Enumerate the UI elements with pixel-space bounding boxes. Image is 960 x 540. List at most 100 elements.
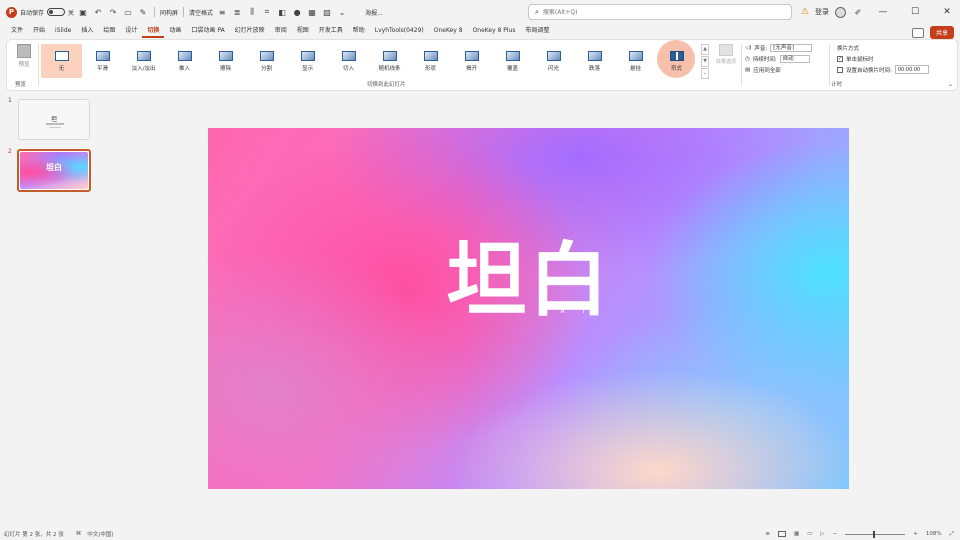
login-label[interactable]: 登录 (815, 7, 829, 17)
redo-icon[interactable]: ↷ (107, 6, 119, 18)
undo-icon[interactable]: ↶ (92, 6, 104, 18)
language-status[interactable]: 中文(中国) (87, 530, 113, 538)
zoom-level[interactable]: 108% (926, 531, 942, 537)
grid-icon[interactable]: ▦ (306, 6, 318, 18)
transition-uncover[interactable]: 揭开 (451, 44, 492, 78)
sound-dropdown[interactable]: [无声音] (770, 43, 813, 52)
align-left-icon[interactable]: ≡ (216, 6, 228, 18)
clear-format-text[interactable]: 清空格式 (189, 8, 213, 17)
avatar[interactable] (835, 6, 846, 18)
advance-slide-group: 换片方式 ✓ 单击鼠标时 设置自动换片时间: 00:00.00 (837, 42, 947, 86)
search-box[interactable]: ⌕ (528, 4, 792, 20)
pen-icon[interactable]: ✐ (852, 6, 864, 18)
shape-icon[interactable]: ◧ (276, 6, 288, 18)
save-icon[interactable]: ▣ (77, 6, 89, 18)
slideshow-view-icon[interactable]: ▷ (820, 531, 824, 537)
reading-view-icon[interactable]: ▭ (807, 531, 812, 537)
tab-review[interactable]: 审阅 (270, 24, 292, 38)
transition-cover[interactable]: 覆盖 (492, 44, 533, 78)
transition-flash[interactable]: 闪光 (533, 44, 574, 78)
present-icon[interactable]: ▭ (122, 6, 134, 18)
transition-label: 切入 (342, 65, 354, 72)
search-input[interactable] (542, 8, 763, 16)
tab-onekey[interactable]: OneKey 8 (429, 24, 468, 38)
after-time-checkbox[interactable] (837, 66, 843, 73)
warning-icon[interactable]: ⚠ (801, 7, 809, 17)
duration-field[interactable]: 自动 (779, 54, 810, 63)
on-click-checkbox[interactable]: ✓ (837, 55, 843, 62)
crop-icon[interactable]: ⌗ (261, 6, 273, 18)
document-title[interactable]: 海报... (365, 8, 383, 17)
minimize-button[interactable]: — (870, 0, 896, 24)
transition-icon (95, 50, 110, 61)
slide-subtitle[interactable]: TANBAI (208, 308, 849, 315)
align-center-icon[interactable]: ≣ (231, 6, 243, 18)
tab-file[interactable]: 文件 (6, 24, 28, 38)
gallery-expand-icon[interactable]: ⌄ (701, 68, 709, 79)
slide-canvas[interactable]: 坦白 TANBAI (208, 128, 849, 489)
share-button[interactable]: 共享 (929, 26, 954, 39)
maximize-button[interactable]: ☐ (902, 0, 928, 24)
zoom-slider-thumb[interactable] (873, 530, 876, 538)
tab-developer[interactable]: 开发工具 (314, 24, 348, 38)
sorter-view-icon[interactable]: ▦ (794, 531, 799, 537)
autosave-toggle[interactable] (47, 8, 66, 16)
fit-slide-icon[interactable]: ⤢ (950, 531, 954, 538)
color-icon[interactable]: ● (291, 6, 303, 18)
preview-button[interactable]: 预览 (13, 44, 35, 84)
tab-animations[interactable]: 动画 (164, 24, 186, 38)
accessibility-icon[interactable]: ⌘ (76, 531, 82, 537)
image-icon[interactable]: ▨ (321, 6, 333, 18)
tab-onekey-plus[interactable]: OneKey 8 Plus (468, 24, 521, 38)
more-icon[interactable]: ⌄ (336, 6, 348, 18)
transition-push[interactable]: 推入 (164, 44, 205, 78)
tab-islide[interactable]: iSlide (50, 24, 76, 38)
tab-design[interactable]: 设计 (120, 24, 142, 38)
tab-slideshow[interactable]: 幻灯片放映 (230, 24, 270, 38)
tab-view[interactable]: 视图 (292, 24, 314, 38)
transition-curtains[interactable]: 帘式 (656, 44, 697, 78)
format-painter-icon[interactable]: ✎ (137, 6, 149, 18)
slide-thumbnail-2[interactable]: 坦白 (17, 149, 91, 192)
clock-icon: ◷ (745, 55, 750, 62)
tab-insert[interactable]: 插入 (76, 24, 98, 38)
transition-random-bars[interactable]: 随机线条 (369, 44, 410, 78)
transition-split[interactable]: 分割 (246, 44, 287, 78)
tab-pocket-animation[interactable]: 口袋动画 PA (186, 24, 229, 38)
tab-home[interactable]: 开始 (28, 24, 50, 38)
comment-icon[interactable] (911, 27, 924, 38)
tab-help[interactable]: 帮助 (348, 24, 370, 38)
transition-none[interactable]: 无 (41, 44, 82, 78)
effect-options-button[interactable]: 效果选项 (713, 44, 739, 78)
transition-morph[interactable]: 平滑 (82, 44, 123, 78)
tab-draw[interactable]: 绘图 (98, 24, 120, 38)
tab-lvyhtools[interactable]: LvyhTools(0429) (370, 24, 429, 38)
transition-cut[interactable]: 切入 (328, 44, 369, 78)
zoom-in-icon[interactable]: + (913, 531, 918, 537)
tab-layout[interactable]: 布局调整 (521, 24, 555, 38)
transition-fall[interactable]: 跌落 (574, 44, 615, 78)
scroll-down-icon[interactable]: ▼ (701, 56, 709, 67)
transition-fade[interactable]: 淡入/淡出 (123, 44, 164, 78)
transition-label: 显示 (301, 65, 313, 72)
after-time-field[interactable]: 00:00.00 (894, 65, 929, 74)
transition-icon (136, 50, 151, 61)
scroll-up-icon[interactable]: ▲ (701, 44, 709, 55)
slide-thumbnail-1[interactable]: 坦 (18, 99, 90, 140)
transition-reveal[interactable]: 显示 (287, 44, 328, 78)
normal-view-icon[interactable] (778, 531, 786, 537)
transition-wipe[interactable]: 擦除 (205, 44, 246, 78)
close-button[interactable]: ✕ (934, 0, 960, 24)
quick-access-text[interactable]: 同构屏 (160, 8, 178, 17)
separator (154, 7, 156, 17)
apply-all-button[interactable]: ▤ 应用到全部 (745, 64, 835, 75)
ribbon-separator (38, 44, 39, 86)
zoom-slider[interactable] (845, 530, 906, 538)
collapse-ribbon-icon[interactable]: ⌄ (948, 81, 953, 88)
distribute-icon[interactable]: ⫼ (246, 6, 258, 18)
transition-shape[interactable]: 形状 (410, 44, 451, 78)
transition-hang[interactable]: 悬挂 (615, 44, 656, 78)
zoom-out-icon[interactable]: − (833, 531, 838, 537)
tab-transitions[interactable]: 切换 (142, 24, 165, 38)
notes-icon[interactable]: ≡ (765, 531, 770, 537)
